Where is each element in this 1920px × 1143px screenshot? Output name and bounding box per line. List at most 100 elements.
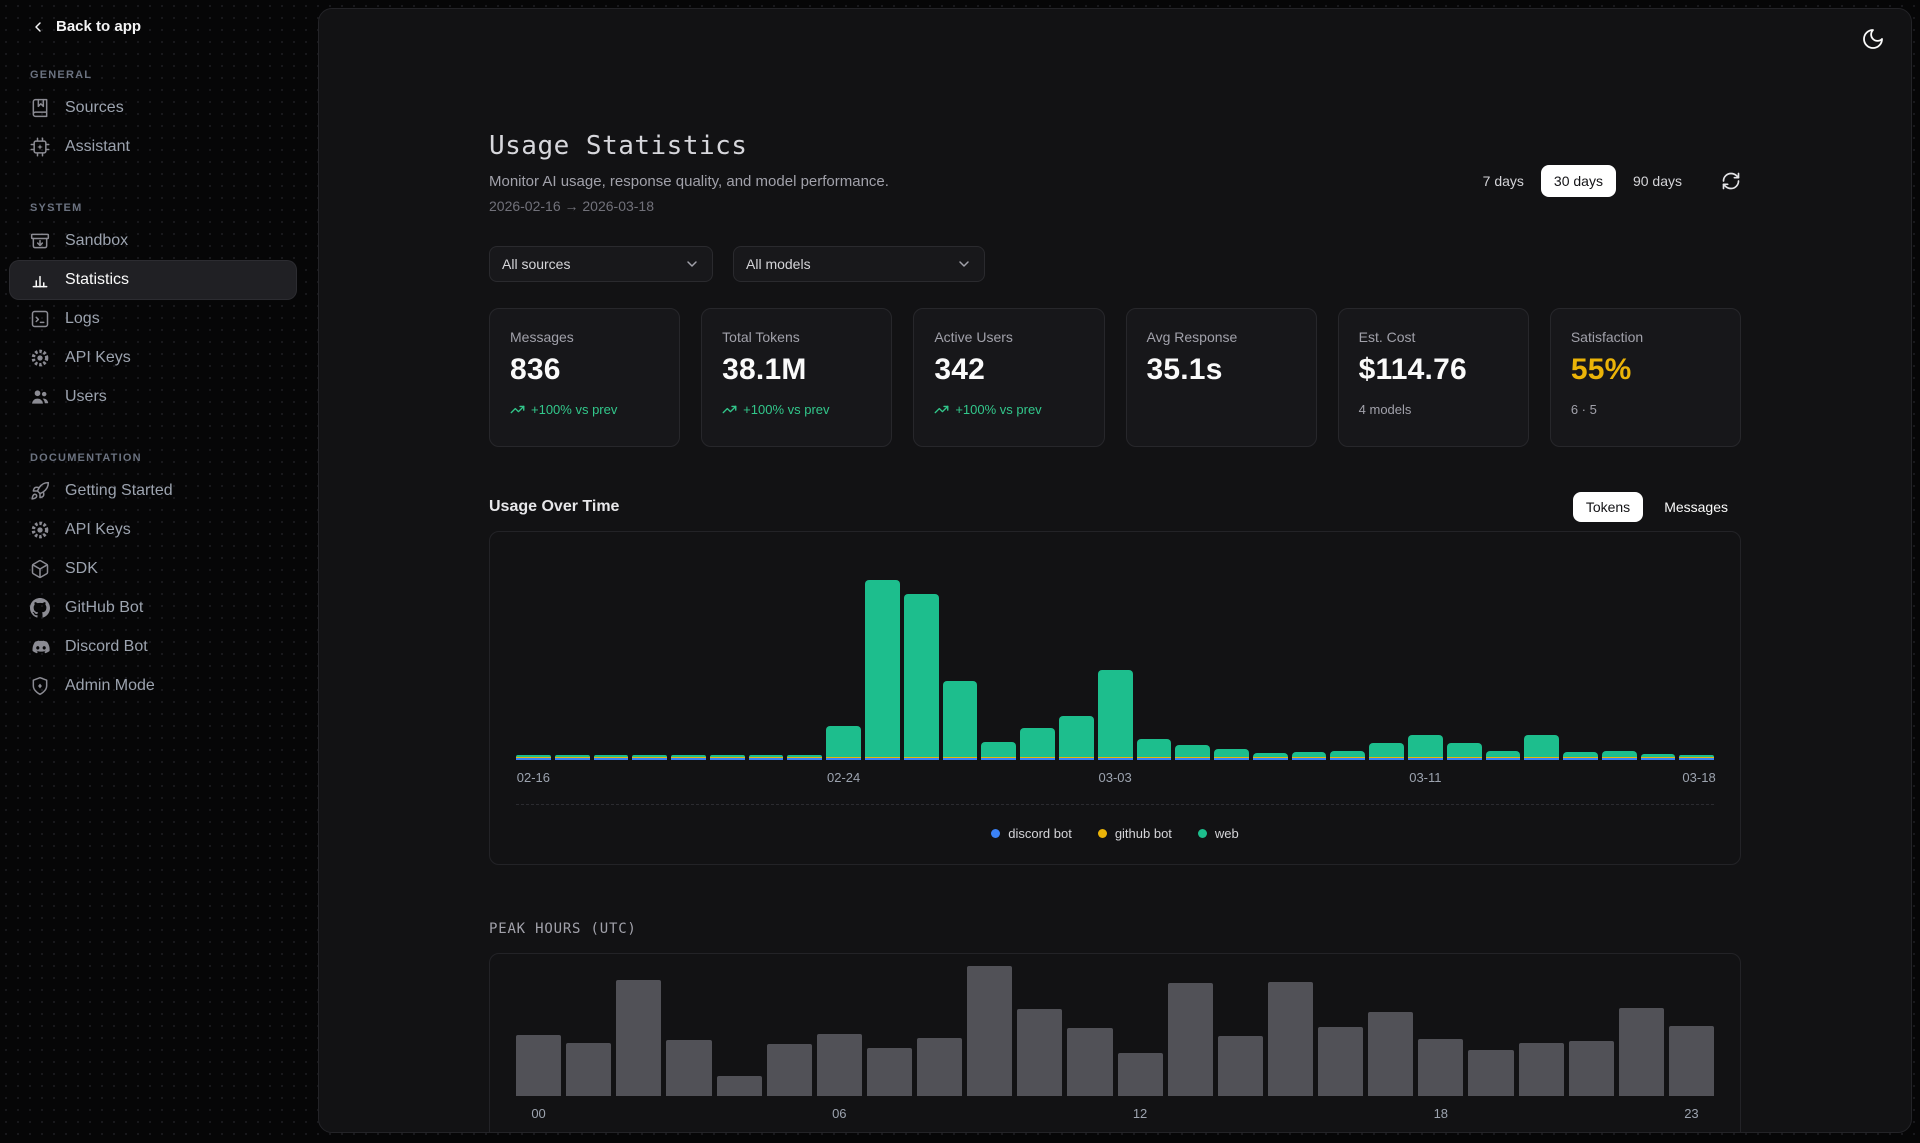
sidebar: Back to app GENERALSourcesAssistantSYSTE… (0, 0, 318, 1143)
sidebar-item-sources[interactable]: Sources (10, 89, 296, 127)
bar-02-24: 02-24 (826, 580, 861, 760)
chip-icon (30, 137, 50, 157)
sidebar-item-discord-bot[interactable]: Discord Bot (10, 628, 296, 666)
x-axis-tick-label: 23 (1684, 1106, 1698, 1122)
bar-segment-discord-bot (1641, 758, 1676, 760)
bar-segment-web (1098, 670, 1133, 756)
refresh-icon (1721, 171, 1741, 191)
toggle-messages[interactable]: Messages (1651, 492, 1741, 522)
sidebar-item-getting-started[interactable]: Getting Started (10, 472, 296, 510)
bar-01 (566, 966, 611, 1096)
sources-select[interactable]: All sources (489, 246, 713, 282)
stat-card-total-tokens: Total Tokens 38.1M +100% vs prev (701, 308, 892, 447)
bar-segment-discord-bot (1330, 758, 1365, 760)
bar-segment (1418, 1039, 1463, 1096)
sidebar-item-sdk[interactable]: SDK (10, 550, 296, 588)
stat-card-label: Avg Response (1147, 329, 1296, 345)
bar-03-02 (1059, 580, 1094, 760)
bar-segment-web (1369, 743, 1404, 757)
range-button-7-days[interactable]: 7 days (1470, 165, 1537, 197)
sidebar-item-label: Sources (65, 99, 124, 117)
sidebar-section-label-system: SYSTEM (30, 202, 288, 214)
peak-hours-plot[interactable]: 0006121823 (516, 966, 1714, 1096)
sidebar-nav: GENERALSourcesAssistantSYSTEMSandboxStat… (0, 69, 318, 705)
sidebar-item-github-bot[interactable]: GitHub Bot (10, 589, 296, 627)
x-axis-tick-label: 06 (832, 1106, 846, 1122)
trending-up-icon (934, 402, 949, 417)
bar-02-28 (981, 580, 1016, 760)
sidebar-item-assistant[interactable]: Assistant (10, 128, 296, 166)
stat-card-value: 38.1M (722, 353, 871, 387)
sidebar-item-label: SDK (65, 560, 98, 578)
bar-06: 06 (817, 966, 862, 1096)
bar-12: 12 (1118, 966, 1163, 1096)
legend-dot (1198, 829, 1207, 838)
bar-03-07 (1253, 580, 1288, 760)
usage-over-time-title: Usage Over Time (489, 498, 619, 516)
page-subtitle: Monitor AI usage, response quality, and … (489, 173, 889, 190)
sidebar-item-statistics[interactable]: Statistics (10, 261, 296, 299)
range-button-30-days[interactable]: 30 days (1541, 165, 1616, 197)
bar-03-05 (1175, 580, 1210, 760)
bar-segment-discord-bot (1098, 758, 1133, 760)
stat-card-delta: +100% vs prev (722, 402, 871, 417)
bar-segment-discord-bot (787, 758, 822, 760)
bar-segment (1318, 1027, 1363, 1097)
toggle-tokens[interactable]: Tokens (1573, 492, 1643, 522)
bar-segment (1118, 1053, 1163, 1096)
main-panel: Usage Statistics Monitor AI usage, respo… (318, 8, 1912, 1133)
bar-segment-web (1408, 735, 1443, 757)
bar-09 (967, 966, 1012, 1096)
bar-segment (767, 1044, 812, 1096)
sidebar-item-label: GitHub Bot (65, 599, 143, 617)
discord-icon (30, 637, 50, 657)
sidebar-item-sandbox[interactable]: Sandbox (10, 222, 296, 260)
sidebar-item-api-keys[interactable]: API Keys (10, 511, 296, 549)
stat-cards: Messages836+100% vs prev Total Tokens 38.1… (489, 308, 1741, 447)
usage-chart-plot[interactable]: 02-1602-2403-0303-1103-18 (516, 580, 1714, 760)
sidebar-item-logs[interactable]: Logs (10, 300, 296, 338)
bar-18: 18 (1418, 966, 1463, 1096)
sidebar-item-users[interactable]: Users (10, 378, 296, 416)
bar-13 (1168, 966, 1213, 1096)
users-icon (30, 387, 50, 407)
bar-segment-discord-bot (1253, 758, 1288, 760)
moon-icon (1861, 27, 1885, 51)
bar-segment (717, 1076, 762, 1096)
bar-08 (917, 966, 962, 1096)
stat-card-messages: Messages836+100% vs prev (489, 308, 680, 447)
refresh-button[interactable] (1721, 171, 1741, 191)
bar-segment-discord-bot (632, 758, 667, 760)
bar-segment (616, 980, 661, 1096)
models-select[interactable]: All models (733, 246, 985, 282)
bar-05 (767, 966, 812, 1096)
bar-segment (1468, 1050, 1513, 1096)
x-axis-tick-label: 02-24 (827, 770, 860, 786)
range-button-90-days[interactable]: 90 days (1620, 165, 1695, 197)
stat-card-label: Total Tokens (722, 329, 871, 345)
sidebar-item-label: API Keys (65, 349, 131, 367)
bar-segment-discord-bot (1292, 758, 1327, 760)
bar-segment (1067, 1028, 1112, 1097)
stat-card-delta: +100% vs prev (934, 402, 1083, 417)
bar-segment-discord-bot (904, 758, 939, 760)
bar-segment-discord-bot (865, 758, 900, 760)
bar-segment (867, 1048, 912, 1096)
x-axis-tick-label: 03-03 (1098, 770, 1131, 786)
x-axis-tick-label: 03-11 (1409, 770, 1441, 786)
theme-toggle-button[interactable] (1861, 27, 1885, 51)
bar-segment-discord-bot (671, 758, 706, 760)
back-to-app-button[interactable]: Back to app (0, 0, 318, 35)
bar-segment-web (1137, 739, 1172, 757)
sidebar-item-api-keys[interactable]: API Keys (10, 339, 296, 377)
legend-item-discord-bot: discord bot (991, 826, 1072, 841)
bar-03-08 (1292, 580, 1327, 760)
bar-03-15 (1563, 580, 1598, 760)
bar-segment-web (826, 726, 861, 757)
bar-segment (666, 1040, 711, 1096)
page-title: Usage Statistics (489, 131, 889, 161)
bar-segment-discord-bot (1679, 758, 1714, 760)
bar-02 (616, 966, 661, 1096)
sidebar-item-admin-mode[interactable]: Admin Mode (10, 667, 296, 705)
usage-chart-card: 02-1602-2403-0303-1103-18 discord botgit… (489, 531, 1741, 865)
